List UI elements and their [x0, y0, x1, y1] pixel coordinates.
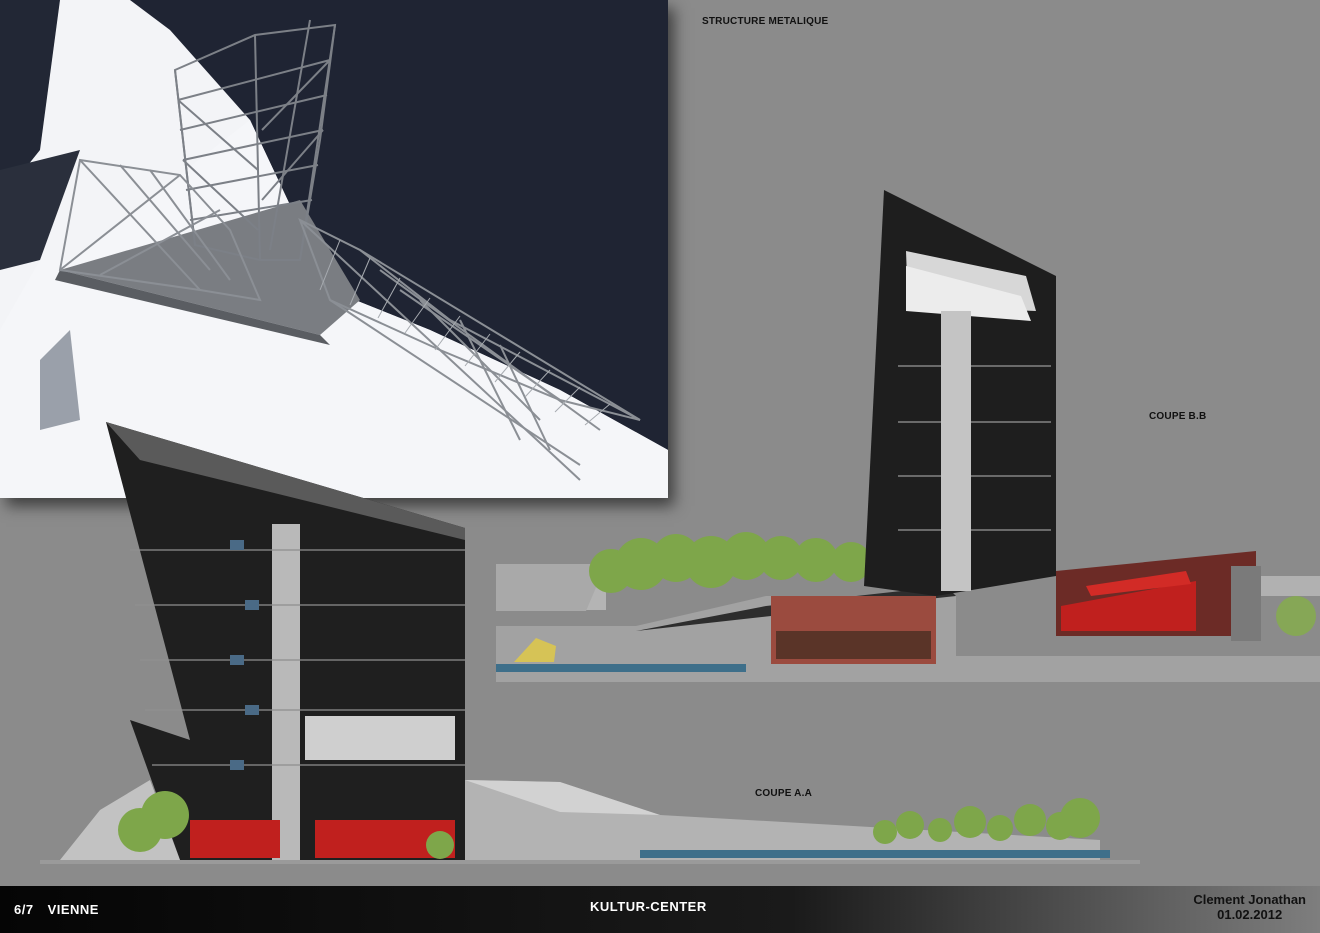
footer-bar: 6/7 VIENNE KULTUR-CENTER Clement Jonathan…	[0, 886, 1320, 933]
board-date: 01.02.2012	[1217, 907, 1283, 922]
aa-seating-left	[190, 820, 280, 858]
coupe-aa-label: COUPE A.A	[755, 788, 812, 799]
structure-label: STRUCTURE METALIQUE	[702, 16, 829, 27]
presentation-board: STRUCTURE METALIQUE COUPE B.B COUPE A.A …	[0, 0, 1320, 933]
page-number: 6/7	[14, 902, 34, 917]
coupe-bb-label: COUPE B.B	[1149, 411, 1207, 422]
city-name: VIENNE	[47, 902, 99, 917]
section-aa-drawing	[40, 422, 1140, 864]
author-name: Clement Jonathan	[1193, 892, 1306, 907]
project-title: KULTUR-CENTER	[590, 899, 707, 914]
footer-left: 6/7 VIENNE	[14, 902, 99, 917]
author-block: Clement Jonathan 01.02.2012	[1193, 892, 1306, 922]
